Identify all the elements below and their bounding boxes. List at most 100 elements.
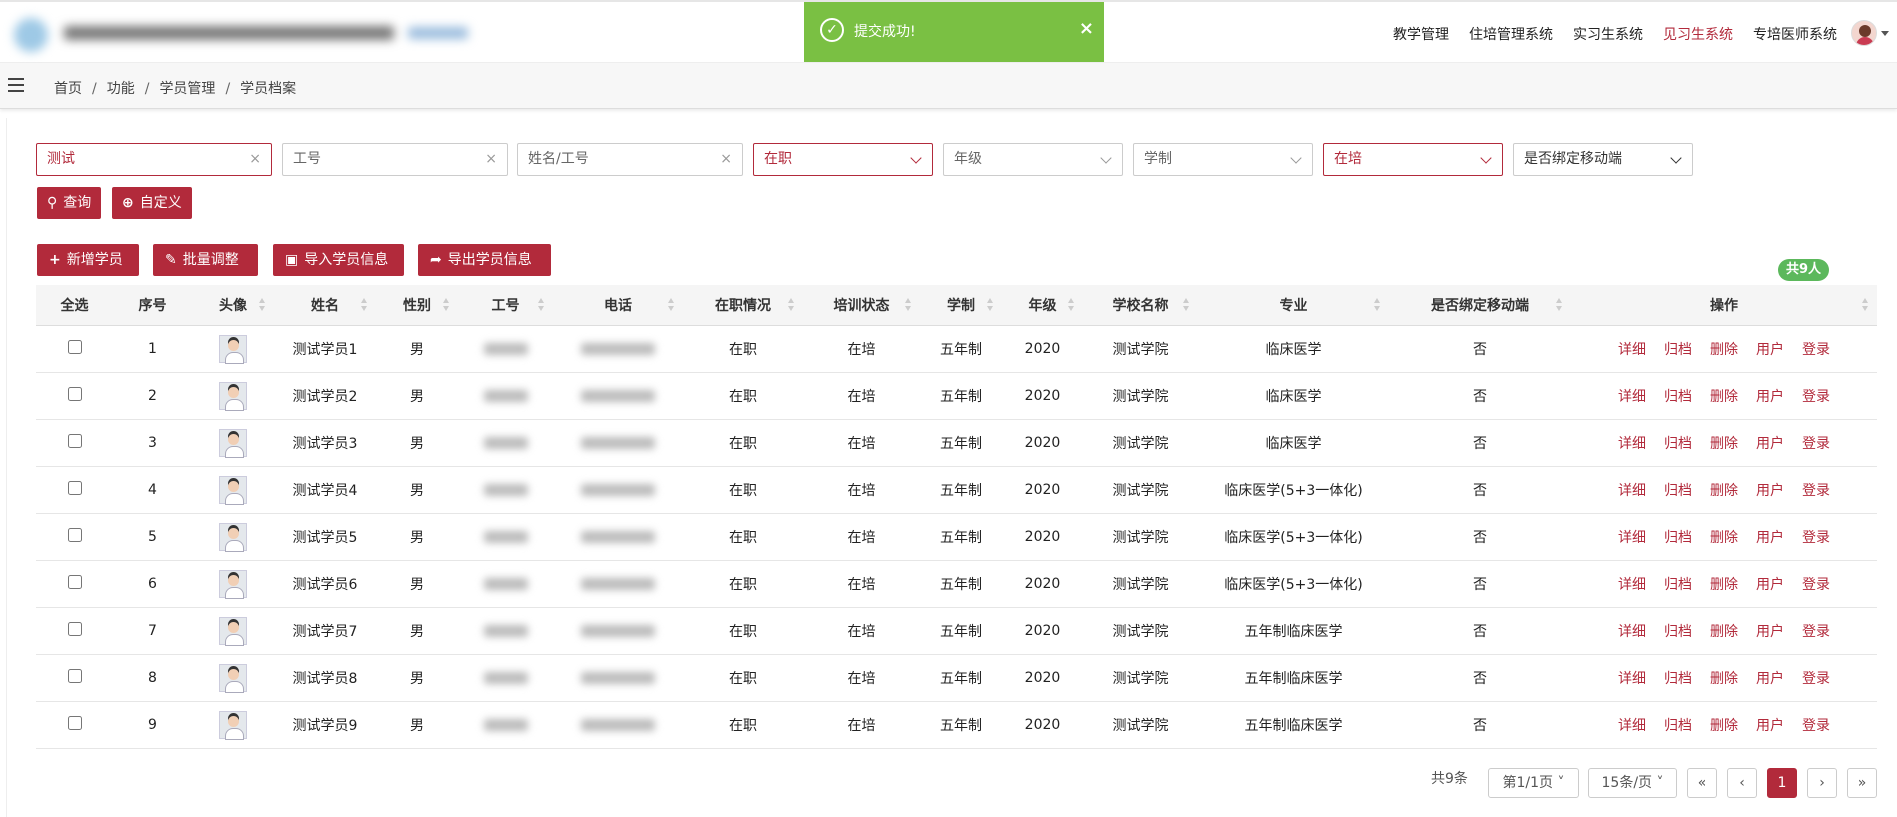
archive-link[interactable]: 归档 (1664, 624, 1692, 640)
cell-select[interactable] (36, 701, 113, 749)
delete-link[interactable]: 删除 (1710, 389, 1738, 405)
page-select[interactable]: 第1/1页 ˅ (1488, 768, 1579, 798)
sort-icon[interactable] (443, 298, 450, 312)
detail-link[interactable]: 详细 (1618, 436, 1646, 452)
user-link[interactable]: 用户 (1756, 530, 1784, 546)
detail-link[interactable]: 详细 (1618, 718, 1646, 734)
user-link[interactable]: 用户 (1756, 483, 1784, 499)
sort-icon[interactable] (538, 298, 545, 312)
page-size-select[interactable]: 15条/页 ˅ (1588, 768, 1677, 798)
delete-link[interactable]: 删除 (1710, 436, 1738, 452)
sort-icon[interactable] (788, 298, 795, 312)
grade-select[interactable]: 年级 (943, 143, 1123, 176)
user-link[interactable]: 用户 (1756, 671, 1784, 687)
archive-link[interactable]: 归档 (1664, 436, 1692, 452)
batch-adjust-button[interactable]: ✎ 批量调整 (153, 244, 258, 276)
delete-link[interactable]: 删除 (1710, 342, 1738, 358)
query-button[interactable]: ⚲ 查询 (37, 187, 102, 219)
row-checkbox[interactable] (67, 480, 82, 495)
menu-icon[interactable] (8, 78, 24, 92)
cell-select[interactable] (36, 466, 113, 514)
nav-teaching[interactable]: 教学管理 (1393, 24, 1449, 44)
cell-select[interactable] (36, 654, 113, 702)
delete-link[interactable]: 删除 (1710, 718, 1738, 734)
archive-link[interactable]: 归档 (1664, 530, 1692, 546)
login-link[interactable]: 登录 (1802, 342, 1830, 358)
nav-specialist[interactable]: 专培医师系统 (1753, 24, 1837, 44)
nav-clerkship[interactable]: 见习生系统 (1663, 24, 1733, 44)
row-checkbox[interactable] (67, 668, 82, 683)
login-link[interactable]: 登录 (1802, 436, 1830, 452)
row-checkbox[interactable] (67, 574, 82, 589)
cell-select[interactable] (36, 607, 113, 655)
detail-link[interactable]: 详细 (1618, 624, 1646, 640)
add-student-button[interactable]: + 新增学员 (37, 244, 139, 276)
close-icon[interactable]: × (1079, 18, 1094, 39)
delete-link[interactable]: 删除 (1710, 577, 1738, 593)
row-checkbox[interactable] (67, 527, 82, 542)
clear-icon[interactable]: × (720, 144, 732, 175)
work-id-input[interactable]: 工号 × (282, 143, 508, 176)
login-link[interactable]: 登录 (1802, 671, 1830, 687)
delete-link[interactable]: 删除 (1710, 530, 1738, 546)
login-link[interactable]: 登录 (1802, 624, 1830, 640)
nav-intern[interactable]: 实习生系统 (1573, 24, 1643, 44)
row-checkbox[interactable] (67, 621, 82, 636)
row-checkbox[interactable] (67, 433, 82, 448)
next-page-button[interactable]: › (1807, 768, 1837, 798)
cell-select[interactable] (36, 372, 113, 420)
crumb-function[interactable]: 功能 (107, 81, 135, 97)
training-select[interactable]: 在培 (1323, 143, 1503, 176)
detail-link[interactable]: 详细 (1618, 389, 1646, 405)
first-page-button[interactable]: « (1687, 768, 1717, 798)
row-checkbox[interactable] (67, 715, 82, 730)
archive-link[interactable]: 归档 (1664, 577, 1692, 593)
row-checkbox[interactable] (67, 339, 82, 354)
sort-icon[interactable] (905, 298, 912, 312)
user-link[interactable]: 用户 (1756, 436, 1784, 452)
th-select-all[interactable]: 全选 (36, 285, 113, 326)
user-link[interactable]: 用户 (1756, 342, 1784, 358)
custom-button[interactable]: ⊕ 自定义 (112, 187, 192, 219)
user-link[interactable]: 用户 (1756, 624, 1784, 640)
user-avatar[interactable] (1851, 20, 1877, 46)
prev-page-button[interactable]: ‹ (1727, 768, 1757, 798)
sort-icon[interactable] (259, 298, 266, 312)
delete-link[interactable]: 删除 (1710, 671, 1738, 687)
login-link[interactable]: 登录 (1802, 389, 1830, 405)
archive-link[interactable]: 归档 (1664, 342, 1692, 358)
detail-link[interactable]: 详细 (1618, 342, 1646, 358)
sort-icon[interactable] (1183, 298, 1190, 312)
detail-link[interactable]: 详细 (1618, 483, 1646, 499)
user-link[interactable]: 用户 (1756, 389, 1784, 405)
sort-icon[interactable] (1556, 298, 1563, 312)
delete-link[interactable]: 删除 (1710, 483, 1738, 499)
chevron-down-icon[interactable] (1881, 31, 1889, 36)
current-page-button[interactable]: 1 (1767, 768, 1797, 798)
archive-link[interactable]: 归档 (1664, 718, 1692, 734)
cell-select[interactable] (36, 419, 113, 467)
import-button[interactable]: ▣ 导入学员信息 (273, 244, 404, 276)
detail-link[interactable]: 详细 (1618, 530, 1646, 546)
crumb-student-mgmt[interactable]: 学员管理 (159, 81, 215, 97)
name-id-input[interactable]: 姓名/工号 × (517, 143, 743, 176)
user-link[interactable]: 用户 (1756, 718, 1784, 734)
sort-icon[interactable] (1068, 298, 1075, 312)
detail-link[interactable]: 详细 (1618, 671, 1646, 687)
nav-residency[interactable]: 住培管理系统 (1469, 24, 1553, 44)
crumb-home[interactable]: 首页 (54, 81, 82, 97)
employment-select[interactable]: 在职 (753, 143, 933, 176)
detail-link[interactable]: 详细 (1618, 577, 1646, 593)
cell-select[interactable] (36, 560, 113, 608)
system-select[interactable]: 学制 (1133, 143, 1313, 176)
sort-icon[interactable] (668, 298, 675, 312)
archive-link[interactable]: 归档 (1664, 389, 1692, 405)
clear-icon[interactable]: × (485, 144, 497, 175)
sort-icon[interactable] (987, 298, 994, 312)
clear-icon[interactable]: × (249, 144, 261, 175)
mobile-bound-select[interactable]: 是否绑定移动端 (1513, 143, 1693, 176)
archive-link[interactable]: 归档 (1664, 671, 1692, 687)
login-link[interactable]: 登录 (1802, 483, 1830, 499)
sort-icon[interactable] (1862, 298, 1869, 312)
last-page-button[interactable]: » (1847, 768, 1877, 798)
